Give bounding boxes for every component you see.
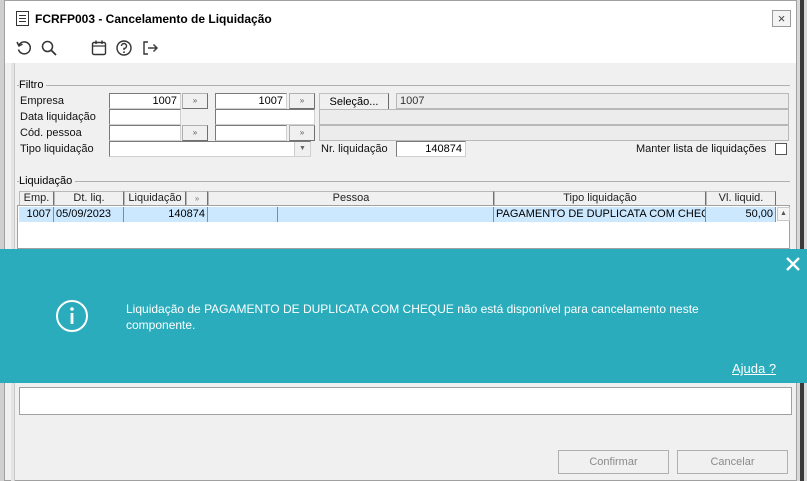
chevron-down-icon[interactable]: ▼: [294, 142, 310, 156]
tipo-liquidacao-label: Tipo liquidação: [20, 143, 94, 155]
cod-pessoa-label: Cód. pessoa: [20, 127, 82, 139]
filtro-groupbox: [17, 85, 790, 86]
filtro-group-label: Filtro: [19, 79, 47, 91]
window-close-button[interactable]: ×: [772, 10, 791, 27]
empresa-input-end[interactable]: 1007: [215, 93, 287, 109]
info-icon: [56, 300, 88, 332]
cancel-button[interactable]: Cancelar: [677, 450, 788, 474]
help-link[interactable]: Ajuda ?: [732, 361, 776, 376]
notification-banner: Liquidação de PAGAMENTO DE DUPLICATA COM…: [0, 249, 807, 383]
empresa-input-start[interactable]: 1007: [109, 93, 181, 109]
table-row-cell-valor[interactable]: 50,00: [706, 207, 776, 222]
data-liquidacao-input-end[interactable]: [215, 109, 315, 125]
help-icon[interactable]: [115, 39, 135, 59]
table-row-cell-dt[interactable]: 05/09/2023: [54, 207, 124, 222]
data-liquidacao-input-start[interactable]: [109, 109, 181, 125]
empresa-range-button-2[interactable]: »: [289, 93, 315, 109]
table-row-cell-tipo[interactable]: PAGAMENTO DE DUPLICATA COM CHEQUE: [494, 207, 706, 222]
table-row-cell-emp[interactable]: 1007: [19, 207, 54, 222]
table-row-cell-liquidacao[interactable]: 140874: [124, 207, 208, 222]
confirm-button[interactable]: Confirmar: [558, 450, 669, 474]
column-header-pessoa[interactable]: Pessoa: [208, 191, 494, 206]
document-icon: [16, 11, 29, 26]
toolbar: [5, 35, 796, 63]
background-right-edge: [797, 0, 807, 481]
manter-lista-label: Manter lista de liquidações: [636, 143, 767, 155]
selecao-value: 1007: [396, 93, 789, 109]
cod-pessoa-input-start[interactable]: [109, 125, 181, 141]
manter-lista-checkbox[interactable]: [775, 143, 787, 155]
window-title: FCRFP003 - Cancelamento de Liquidação: [35, 12, 272, 26]
column-header-vl-liquid[interactable]: Vl. liquid.: [706, 191, 776, 206]
liquidacao-group-label: Liquidação: [19, 175, 76, 187]
main-window: FCRFP003 - Cancelamento de Liquidação × …: [4, 0, 797, 481]
refresh-icon[interactable]: [15, 39, 35, 59]
cod-pessoa-desc: [319, 125, 789, 141]
search-icon[interactable]: [40, 39, 60, 59]
scroll-up-button[interactable]: ▲: [777, 207, 790, 221]
detail-area: [19, 387, 792, 415]
nr-liquidacao-label: Nr. liquidação: [321, 143, 388, 155]
column-header-flag[interactable]: »: [186, 191, 208, 206]
cod-pessoa-range-button[interactable]: »: [182, 125, 208, 141]
column-header-dt-liq[interactable]: Dt. liq.: [54, 191, 124, 206]
cod-pessoa-input-end[interactable]: [215, 125, 287, 141]
data-liquidacao-desc: [319, 109, 789, 125]
table-row-cell-pessoa[interactable]: [278, 207, 494, 222]
notification-message: Liquidação de PAGAMENTO DE DUPLICATA COM…: [126, 302, 699, 332]
background-stripe: [800, 0, 804, 481]
exit-icon[interactable]: [141, 39, 161, 59]
cod-pessoa-range-button-2[interactable]: »: [289, 125, 315, 141]
empresa-label: Empresa: [20, 95, 65, 107]
table-row-cell-flag[interactable]: [208, 207, 278, 222]
empresa-range-button[interactable]: »: [182, 93, 208, 109]
calendar-icon[interactable]: [90, 39, 110, 59]
liquidacao-groupbox: [17, 181, 790, 182]
column-header-liquidacao[interactable]: Liquidação: [124, 191, 186, 206]
column-header-emp[interactable]: Emp.: [19, 191, 54, 206]
column-header-tipo-liquidacao[interactable]: Tipo liquidação: [494, 191, 706, 206]
title-bar: FCRFP003 - Cancelamento de Liquidação ×: [5, 1, 796, 35]
data-liquidacao-label: Data liquidação: [20, 111, 96, 123]
tipo-liquidacao-select[interactable]: [109, 141, 311, 157]
close-icon[interactable]: [784, 255, 802, 273]
nr-liquidacao-input[interactable]: 140874: [396, 141, 466, 157]
